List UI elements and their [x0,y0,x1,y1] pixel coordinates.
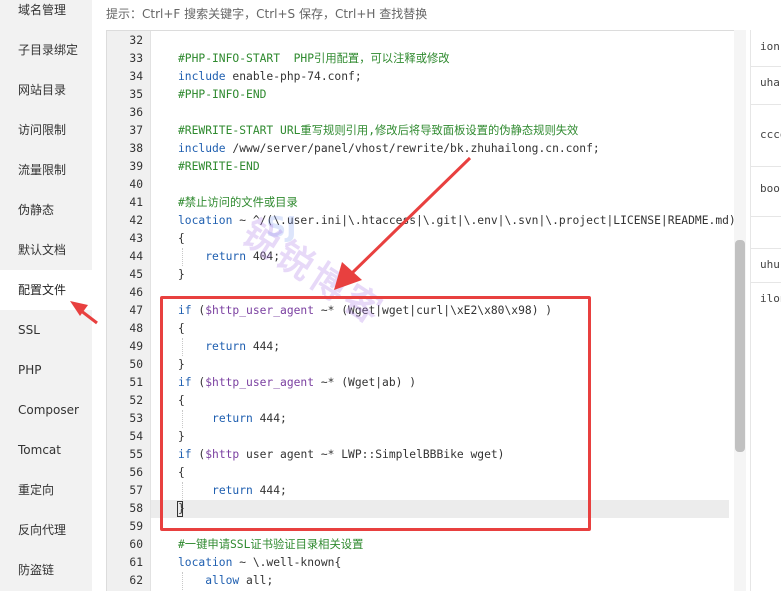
line-number: 59 [129,520,143,533]
background-text-fragment: ilon [760,292,781,305]
code-line[interactable]: 33 #PHP-INFO-START PHP引用配置，可以注释或修改 [107,50,745,68]
background-divider [751,66,781,67]
line-number: 39 [129,160,143,173]
line-number: 36 [129,106,143,119]
sidebar-item[interactable]: 访问限制 [0,110,92,150]
line-number: 56 [129,466,143,479]
background-divider [751,216,781,217]
code-line[interactable]: 34 include enable-php-74.conf; [107,68,745,86]
background-text-fragment: uhu [760,258,780,271]
code-text: #REWRITE-END [178,160,260,173]
code-line[interactable]: 45} [107,266,745,284]
line-number: 46 [129,286,143,299]
line-number: 35 [129,88,143,101]
line-number: 43 [129,232,143,245]
sidebar-item[interactable]: 防盗链 [0,550,92,590]
sidebar-item[interactable]: 网站目录 [0,70,92,110]
background-divider [751,248,781,249]
line-number: 53 [129,412,143,425]
line-number: 44 [129,250,143,263]
code-line[interactable]: 42 location ~ ^/(\.user.ini|\.htaccess|\.… [107,212,745,230]
background-text-fragment: uha [760,76,780,89]
line-number: 42 [129,214,143,227]
code-line[interactable]: 39 #REWRITE-END [107,158,745,176]
line-number: 45 [129,268,143,281]
line-number: 34 [129,70,143,83]
background-divider [751,104,781,105]
sidebar-item[interactable]: SSL [0,310,92,350]
code-text: #REWRITE-START URL重写规则引用,修改后将导致面板设置的伪静态规… [178,124,579,137]
code-line[interactable]: 43 { [107,230,745,248]
code-line[interactable]: 44 return 404; [107,248,745,266]
background-text-fragment: boo [760,182,780,195]
code-text: include /www/server/panel/vhost/rewrite/… [178,142,600,155]
code-line[interactable]: 32 [107,32,745,50]
sidebar-item[interactable]: 反向代理 [0,510,92,550]
sidebar-item[interactable]: 默认文档 [0,230,92,270]
line-number: 52 [129,394,143,407]
line-number: 38 [129,142,143,155]
line-number: 61 [129,556,143,569]
code-text: #一键申请SSL证书验证目录相关设置 [178,538,364,551]
line-number: 62 [129,574,143,587]
sidebar-item[interactable]: 域名管理 [0,0,92,30]
sidebar-item[interactable]: PHP [0,350,92,390]
code-line[interactable]: 61 location ~ \.well-known{ [107,554,745,572]
code-text: include enable-php-74.conf; [178,70,362,83]
sidebar-item[interactable]: 流量限制 [0,150,92,190]
line-number: 48 [129,322,143,335]
code-text: #PHP-INFO-END [178,88,267,101]
code-line[interactable]: 62 allow all; [107,572,745,590]
line-number: 60 [129,538,143,551]
line-number: 55 [129,448,143,461]
code-line[interactable]: 40 [107,176,745,194]
background-text-fragment: ion [760,40,780,53]
line-number: 47 [129,304,143,317]
background-divider [751,166,781,167]
code-line[interactable]: 37 #REWRITE-START URL重写规则引用,修改后将导致面板设置的伪静… [107,122,745,140]
background-divider [751,282,781,283]
line-number: 37 [129,124,143,137]
code-text: #PHP-INFO-START PHP引用配置，可以注释或修改 [178,52,450,65]
editor-scrollbar-thumb[interactable] [735,240,745,452]
sidebar-item[interactable]: Composer [0,390,92,430]
line-number: 40 [129,178,143,191]
sidebar-item[interactable]: 伪静态 [0,190,92,230]
sidebar-item[interactable]: 重定向 [0,470,92,510]
code-line[interactable]: 38 include /www/server/panel/vhost/rewrit… [107,140,745,158]
background-text-fragment: ccco [760,128,781,141]
code-line[interactable]: 41 #禁止访问的文件或目录 [107,194,745,212]
line-number: 58 [129,502,143,515]
code-line[interactable]: 60 #一键申请SSL证书验证目录相关设置 [107,536,745,554]
line-number: 32 [129,34,143,47]
line-number: 33 [129,52,143,65]
highlight-box [160,296,591,531]
line-number: 57 [129,484,143,497]
sidebar-item[interactable]: 配置文件 [0,270,92,310]
sidebar-item[interactable]: 子目录绑定 [0,30,92,70]
line-number: 49 [129,340,143,353]
line-number: 54 [129,430,143,443]
editor-hint: 提示：Ctrl+F 搜索关键字，Ctrl+S 保存，Ctrl+H 查找替换 [106,7,428,21]
code-text: { [178,232,185,245]
code-text: allow all; [205,574,274,587]
code-line[interactable]: 35 #PHP-INFO-END [107,86,745,104]
line-number: 50 [129,358,143,371]
code-text: location ~ \.well-known{ [178,556,342,569]
code-text: } [178,268,185,281]
line-number: 41 [129,196,143,209]
code-line[interactable]: 36 [107,104,745,122]
sidebar-item[interactable]: Tomcat [0,430,92,470]
settings-sidebar: 域名管理 子目录绑定 网站目录 访问限制 流量限制 伪静态 默认文档 配置文件 SSL PHP Co… [0,0,92,591]
background-panel-edge: ion uha ccco boo uhu ilon [750,30,781,591]
line-number: 51 [129,376,143,389]
